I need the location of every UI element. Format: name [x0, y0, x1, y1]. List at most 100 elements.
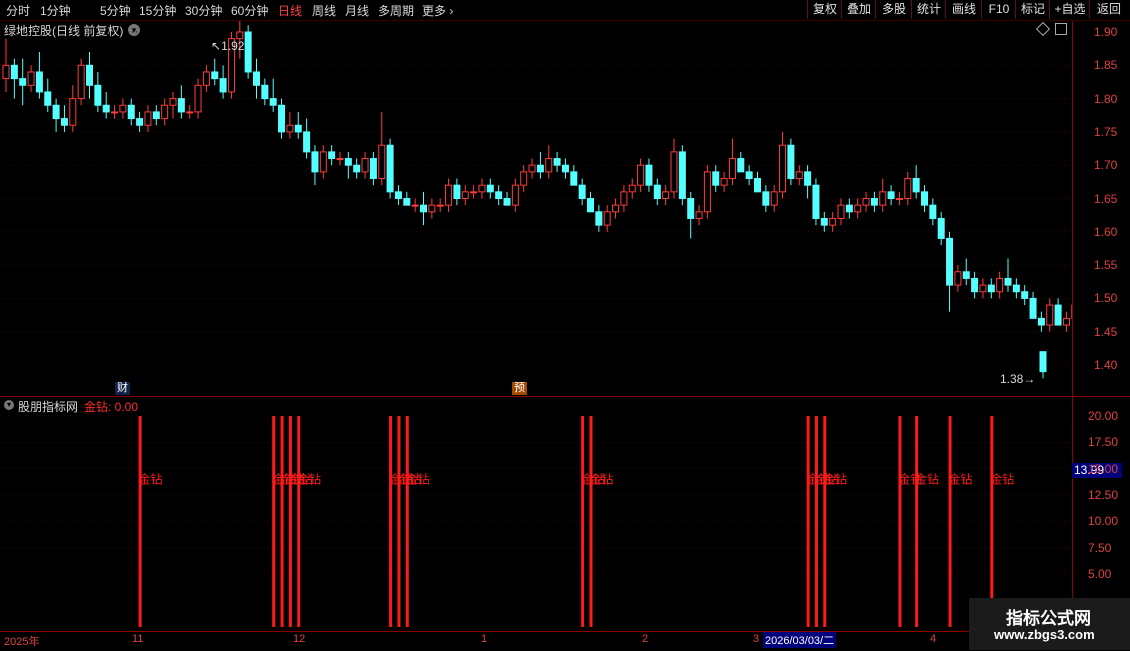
candle[interactable]	[863, 192, 869, 212]
candle[interactable]	[571, 165, 577, 185]
candle[interactable]	[145, 105, 151, 132]
candle[interactable]	[562, 159, 568, 179]
candle[interactable]	[788, 139, 794, 186]
candle[interactable]	[629, 179, 635, 199]
candle[interactable]	[905, 172, 911, 205]
f10-button[interactable]: F10	[981, 0, 1016, 19]
candle[interactable]	[671, 139, 677, 199]
candle[interactable]	[279, 99, 285, 139]
candle[interactable]	[287, 112, 293, 139]
candle[interactable]	[487, 179, 493, 199]
candle[interactable]	[838, 199, 844, 226]
candle[interactable]	[997, 272, 1003, 299]
period-tab[interactable]: 60分钟	[231, 2, 268, 19]
forecast-badge[interactable]: 预	[512, 382, 527, 395]
candle[interactable]	[53, 99, 59, 132]
financial-report-badge[interactable]: 财	[115, 382, 130, 395]
candle[interactable]	[153, 105, 159, 125]
candle[interactable]	[212, 59, 218, 86]
candle[interactable]	[537, 152, 543, 179]
candle[interactable]	[654, 179, 660, 206]
period-tab[interactable]: 30分钟	[185, 2, 222, 19]
candle[interactable]	[446, 179, 452, 212]
candle[interactable]	[813, 179, 819, 226]
candle[interactable]	[195, 79, 201, 119]
candle[interactable]	[404, 192, 410, 205]
candle[interactable]	[3, 39, 9, 92]
candle[interactable]	[504, 192, 510, 205]
candle[interactable]	[162, 99, 168, 126]
candle[interactable]	[28, 65, 34, 92]
candle[interactable]	[830, 212, 836, 232]
more-menu[interactable]: 更多 ›	[422, 2, 453, 19]
candle[interactable]	[479, 179, 485, 199]
period-tab[interactable]: 分时	[6, 2, 30, 19]
candle[interactable]	[579, 179, 585, 206]
candle[interactable]	[262, 79, 268, 106]
candle[interactable]	[613, 199, 619, 219]
candle[interactable]	[888, 185, 894, 205]
candle[interactable]	[755, 172, 761, 192]
overlay-button[interactable]: 叠加	[841, 0, 876, 19]
candle[interactable]	[696, 205, 702, 225]
candle[interactable]	[1047, 298, 1053, 331]
candle[interactable]	[771, 185, 777, 212]
candle[interactable]	[36, 52, 42, 99]
candle[interactable]	[128, 99, 134, 126]
candle[interactable]	[329, 145, 335, 165]
candle[interactable]	[270, 79, 276, 112]
candle[interactable]	[1038, 312, 1044, 332]
candle[interactable]	[496, 185, 502, 205]
candle[interactable]	[646, 159, 652, 192]
candle[interactable]	[337, 152, 343, 165]
candle[interactable]	[1040, 352, 1046, 379]
candle[interactable]	[1005, 258, 1011, 291]
candle[interactable]	[546, 145, 552, 178]
candle[interactable]	[70, 85, 76, 132]
candle[interactable]	[103, 92, 109, 119]
period-tab-active[interactable]: 日线	[278, 2, 302, 19]
candle[interactable]	[45, 79, 51, 112]
period-tab[interactable]: 1分钟	[40, 2, 71, 19]
candle[interactable]	[638, 159, 644, 192]
candle[interactable]	[87, 52, 93, 99]
period-tab[interactable]: 多周期	[378, 2, 414, 19]
candle[interactable]	[663, 185, 669, 205]
draw-line-button[interactable]: 画线	[945, 0, 982, 19]
candle[interactable]	[512, 179, 518, 212]
candle[interactable]	[429, 199, 435, 219]
period-tab[interactable]: 月线	[345, 2, 369, 19]
mark-button[interactable]: 标记	[1015, 0, 1050, 19]
candle[interactable]	[421, 192, 427, 225]
candle[interactable]	[679, 145, 685, 205]
candle[interactable]	[980, 278, 986, 298]
candle[interactable]	[938, 212, 944, 245]
candle[interactable]	[137, 112, 143, 132]
candle[interactable]	[988, 278, 994, 298]
candle[interactable]	[521, 165, 527, 192]
candle[interactable]	[913, 165, 919, 198]
candle[interactable]	[621, 185, 627, 212]
candle[interactable]	[729, 139, 735, 186]
candle[interactable]	[112, 105, 118, 118]
candle[interactable]	[721, 172, 727, 192]
candle[interactable]	[713, 165, 719, 192]
candle[interactable]	[1013, 278, 1019, 298]
candle[interactable]	[896, 192, 902, 205]
statistics-button[interactable]: 统计	[911, 0, 946, 19]
candle[interactable]	[95, 72, 101, 112]
candle[interactable]	[462, 185, 468, 205]
candle[interactable]	[955, 265, 961, 292]
candle[interactable]	[370, 152, 376, 185]
candle[interactable]	[312, 145, 318, 185]
candle[interactable]	[220, 65, 226, 98]
candle[interactable]	[78, 59, 84, 106]
candle[interactable]	[746, 165, 752, 185]
candle[interactable]	[846, 199, 852, 219]
candle[interactable]	[704, 165, 710, 218]
candle[interactable]	[947, 232, 953, 312]
candle[interactable]	[1055, 298, 1061, 325]
candle[interactable]	[245, 25, 251, 78]
candle[interactable]	[796, 165, 802, 185]
candle[interactable]	[529, 159, 535, 179]
